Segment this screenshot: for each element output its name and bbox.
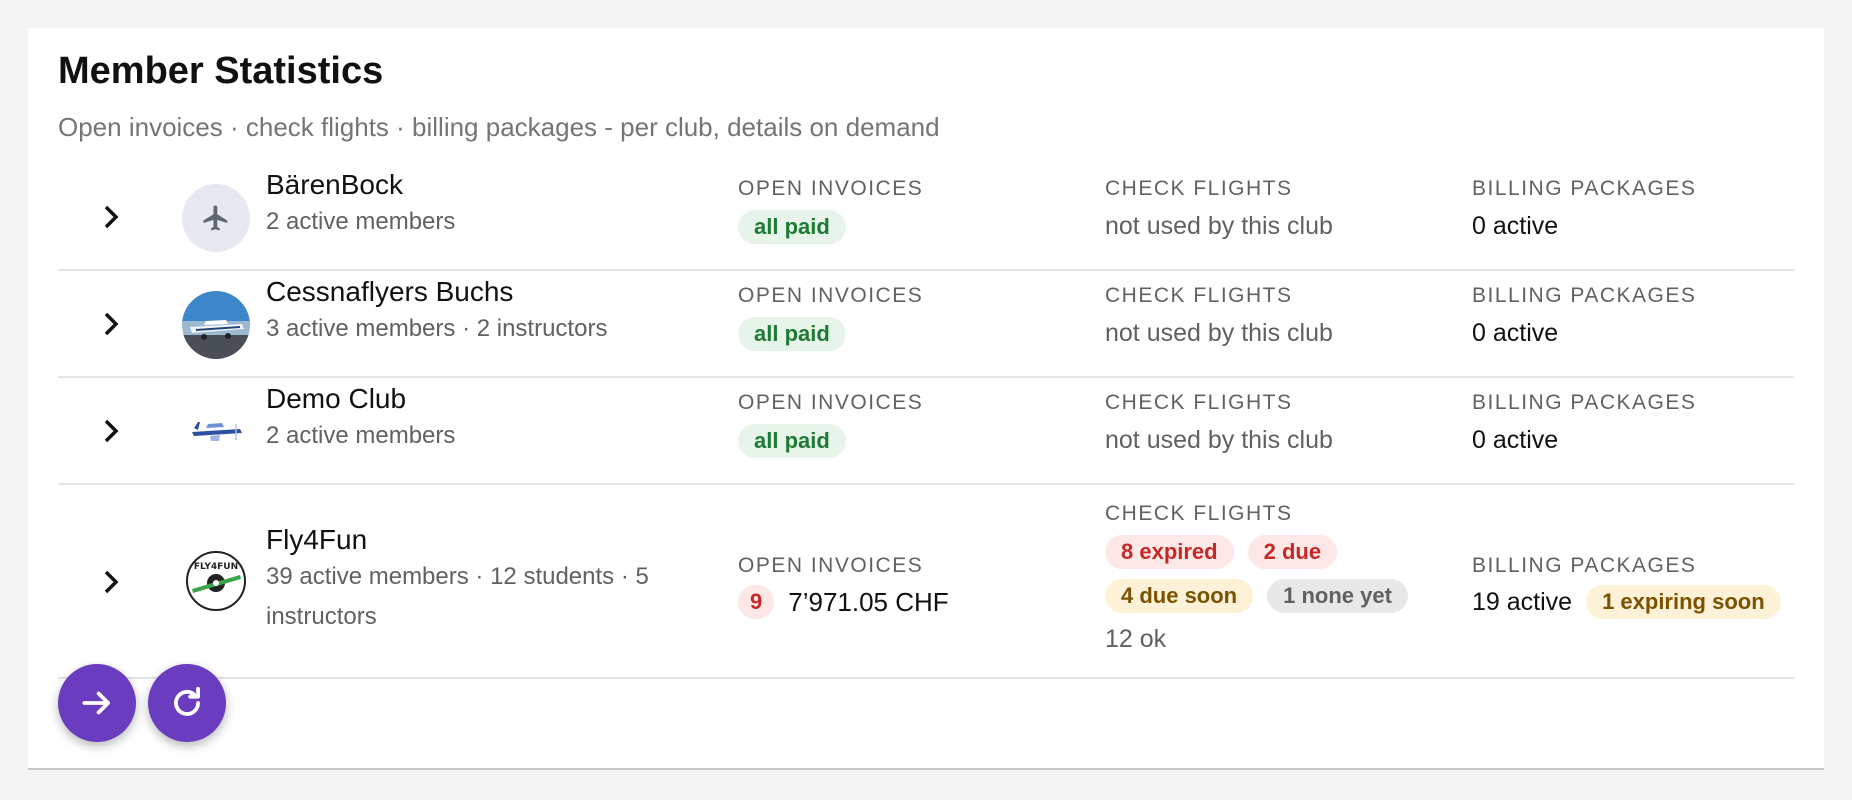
expand-chevron-icon[interactable]	[96, 416, 126, 446]
check-flights-label: CHECK FLIGHTS	[1105, 391, 1293, 414]
check-flights-status: not used by this club	[1105, 319, 1333, 347]
billing-packages-label: BILLING PACKAGES	[1472, 391, 1697, 414]
billing-packages-label: BILLING PACKAGES	[1472, 554, 1697, 577]
open-invoices-label: OPEN INVOICES	[738, 554, 924, 577]
club-meta: 2 active members	[266, 208, 456, 235]
member-statistics-card: Member Statistics Open invoices · check …	[28, 28, 1824, 770]
all-paid-badge: all paid	[738, 317, 846, 351]
club-row-cessnaflyers-buchs[interactable]: Cessnaflyers Buchs 3 active members · 2 …	[58, 271, 1794, 378]
due-soon-badge: 4 due soon	[1105, 579, 1254, 613]
open-invoices-label: OPEN INVOICES	[738, 391, 924, 414]
club-meta: 2 active members	[266, 422, 456, 449]
expand-chevron-icon[interactable]	[96, 309, 126, 339]
all-paid-badge: all paid	[738, 210, 846, 244]
check-flights-label: CHECK FLIGHTS	[1105, 502, 1293, 525]
aircraft-photo	[182, 291, 250, 359]
page-subtitle: Open invoices · check flights · billing …	[58, 112, 940, 142]
club-row-fly4fun[interactable]: FLY4FUN Fly4Fun 39 active members · 12 s…	[58, 485, 1794, 679]
billing-packages-active: 0 active	[1472, 426, 1559, 454]
check-flights-label: CHECK FLIGHTS	[1105, 284, 1293, 307]
club-name: BärenBock	[266, 169, 403, 200]
club-meta: 39 active members · 12 students · 5 inst…	[266, 563, 649, 630]
ok-count: 12 ok	[1105, 625, 1167, 653]
check-flights-status: not used by this club	[1105, 212, 1333, 240]
expired-badge: 8 expired	[1105, 535, 1234, 569]
all-paid-badge: all paid	[738, 424, 846, 458]
club-row-baerenbock[interactable]: BärenBock 2 active members OPEN INVOICES…	[58, 164, 1794, 271]
aircraft-logo	[182, 398, 250, 466]
expand-chevron-icon[interactable]	[96, 202, 126, 232]
open-button[interactable]	[58, 664, 136, 742]
club-name: Demo Club	[266, 383, 407, 414]
billing-packages-active: 19 active	[1472, 588, 1573, 616]
club-name: Fly4Fun	[266, 524, 368, 555]
arrow-right-icon	[78, 684, 116, 722]
open-invoices-label: OPEN INVOICES	[738, 177, 924, 200]
open-invoice-amount: 7’971.05 CHF	[788, 587, 949, 617]
refresh-button[interactable]	[148, 664, 226, 742]
refresh-icon	[168, 684, 206, 722]
none-yet-badge: 1 none yet	[1267, 579, 1408, 613]
billing-packages-active: 0 active	[1472, 212, 1559, 240]
expand-chevron-icon[interactable]	[96, 567, 126, 597]
check-flights-label: CHECK FLIGHTS	[1105, 177, 1293, 200]
open-invoice-count-badge: 9	[738, 585, 775, 619]
page-title: Member Statistics	[58, 50, 384, 92]
check-flights-status: not used by this club	[1105, 426, 1333, 454]
expiring-soon-badge: 1 expiring soon	[1586, 585, 1781, 619]
billing-packages-label: BILLING PACKAGES	[1472, 177, 1697, 200]
club-list: BärenBock 2 active members OPEN INVOICES…	[58, 164, 1794, 679]
club-row-demo-club[interactable]: Demo Club 2 active members OPEN INVOICES…	[58, 378, 1794, 485]
due-badge: 2 due	[1247, 535, 1338, 569]
open-invoices-label: OPEN INVOICES	[738, 284, 924, 307]
club-meta: 3 active members · 2 instructors	[266, 315, 608, 342]
fly4fun-logo: FLY4FUN	[182, 547, 250, 615]
fly4fun-logo-text: FLY4FUN	[194, 562, 238, 572]
billing-packages-label: BILLING PACKAGES	[1472, 284, 1697, 307]
airplane-icon	[182, 184, 250, 252]
billing-packages-active: 0 active	[1472, 319, 1559, 347]
club-name: Cessnaflyers Buchs	[266, 276, 514, 307]
